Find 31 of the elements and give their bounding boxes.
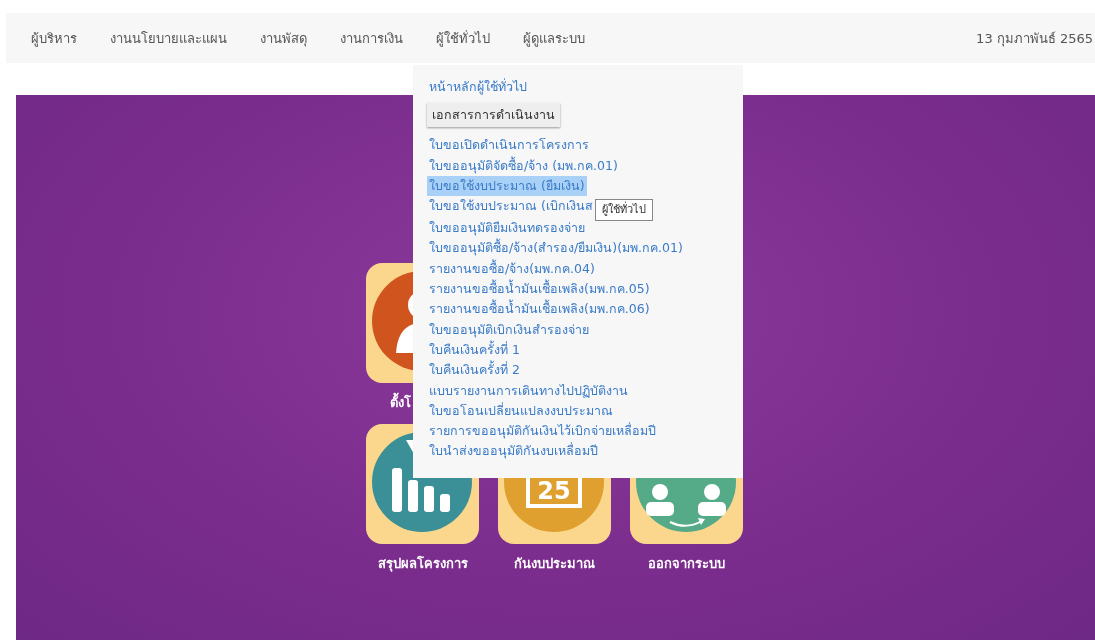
menu-link[interactable]: ใบคืนเงินครั้งที่ 2 [427,360,522,381]
menu-link[interactable]: ใบคืนเงินครั้งที่ 1 [427,339,522,361]
menu-link[interactable]: แบบรายงานการเดินทางไปปฏิบัติงาน [427,380,630,401]
tile-label[interactable]: กันงบประมาณ [514,553,595,574]
menu-link[interactable]: รายงานขอซื้อ/จ้าง(มพ.กค.04) [427,258,597,280]
tile-label[interactable]: สรุปผลโครงการ [377,553,468,574]
nav-link[interactable]: ผู้ดูแลระบบ [523,27,585,49]
nav-link[interactable]: ผู้ใช้ทั่วไป [436,27,490,49]
nav-link[interactable]: งานพัสดุ [260,27,307,49]
nav-link[interactable]: ผู้บริหาร [31,27,77,49]
tile-label[interactable]: ออกจากระบบ [648,553,725,574]
menu-link[interactable]: ใบนำส่งขออนุมัติกันงบเหลื่อมปี [427,441,600,462]
menu-link[interactable]: รายงานขอซื้อน้ำมันเชื้อเพลิง(มพ.กค.05) [427,279,652,300]
menu-link[interactable]: ใบขออนุมัติจัดซื้อ/จ้าง (มพ.กค.01) [427,155,620,176]
tile-label[interactable]: ตั้งโ [390,392,411,413]
menu-link[interactable]: ใบขออนุมัติเบิกเงินสำรองจ่าย [427,319,591,340]
menu-link[interactable]: ใบขอใช้งบประมาณ (ยืมเงิน) [427,175,587,197]
menu-link[interactable]: รายงานขอซื้อน้ำมันเชื้อเพลิง(มพ.กค.06) [427,299,652,320]
menu-link[interactable]: ใบขอเปิดดำเนินการโครงการ [427,135,591,156]
menu-link[interactable]: ใบขออนุมัติซื้อ/จ้าง(สำรอง/ยืมเงิน)(มพ.กค.01) [427,238,685,259]
tooltip: ผู้ใช้ทั่วไป [594,199,653,222]
menu-link[interactable]: ใบขออนุมัติยืมเงินทดรองจ่าย [427,218,587,239]
menu-link[interactable]: ใบขอใช้งบประมาณ (เบิกเงินส [427,196,595,217]
calendar-icon: 25 [498,478,611,544]
menu-link[interactable]: ใบขอโอนเปลี่ยนแปลงงบประมาณ [427,400,615,422]
section-button[interactable]: เอกสารการดำเนินงาน [427,103,560,128]
nav-link[interactable]: งานการเงิน [340,27,403,49]
nav-link[interactable]: งานนโยบายและแผน [110,27,227,49]
date-text: 13 กุมภาพันธ์ 2565 [976,29,1094,49]
menu-link[interactable]: รายการขออนุมัติกันเงินไว้เบิกจ่ายเหลื่อมปี [427,421,658,442]
home-link[interactable]: หน้าหลักผู้ใช้ทั่วไป [427,77,529,98]
